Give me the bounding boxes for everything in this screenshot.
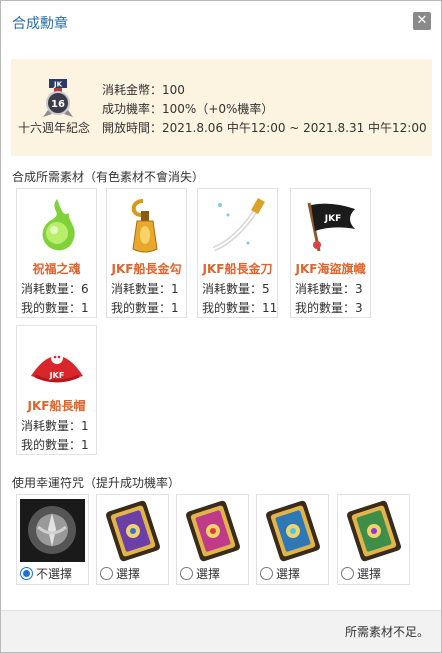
radio-button[interactable] <box>260 567 273 580</box>
svg-text:JKF: JKF <box>49 371 65 380</box>
consume-count: 消耗數量：5 <box>202 282 270 296</box>
owned-count: 我的數量：1 <box>111 301 179 315</box>
material-name: JKF船長帽 <box>27 399 86 413</box>
charm-option-label: 不選擇 <box>36 567 73 581</box>
charm-radio-purple[interactable]: 選擇 <box>100 565 140 582</box>
charm-option-label: 選擇 <box>357 567 382 581</box>
consume-count: 消耗數量：1 <box>111 282 179 296</box>
pirate-flag-icon: JKF <box>307 202 355 252</box>
charm-option-label: 選擇 <box>196 567 221 581</box>
material-name: JKF船長金勾 <box>111 262 182 276</box>
owned-count: 我的數量：11 <box>202 301 278 315</box>
green-charm-card-icon <box>347 500 401 562</box>
charm-option-label: 選擇 <box>116 567 141 581</box>
owned-count: 我的數量：1 <box>21 301 89 315</box>
radio-button[interactable] <box>341 567 354 580</box>
material-card: JKF JKF海盜旗幟 消耗數量：3 我的數量：3 <box>290 188 371 318</box>
material-name: JKF船長金刀 <box>202 262 273 276</box>
close-icon: ✕ <box>416 13 428 28</box>
golden-saber-icon <box>212 197 265 252</box>
charm-option-blue[interactable]: 選擇 <box>256 494 329 585</box>
close-button[interactable]: ✕ <box>413 12 431 30</box>
dialog-title: 合成勳章 <box>12 16 68 32</box>
svg-text:16: 16 <box>51 99 65 110</box>
charm-option-none[interactable]: 不選擇 <box>16 494 89 585</box>
charm-radio-blue[interactable]: 選擇 <box>260 565 300 582</box>
radio-button[interactable] <box>180 567 193 580</box>
material-card: JKF船長金勾 消耗數量：1 我的數量：1 <box>106 188 187 318</box>
magenta-charm-card-icon <box>186 500 240 562</box>
consume-count: 消耗數量：6 <box>21 282 89 296</box>
pirate-captain-hat-icon: JKF <box>31 352 83 383</box>
synthesize-medal-dialog: 合成勳章 ✕ JK 16 十六週年紀念 消耗金幣：100 成功機率：100%（+… <box>0 0 442 653</box>
golden-hook-icon <box>131 199 158 253</box>
success-rate-text: 成功機率：100%（+0%機率） <box>102 102 274 116</box>
medal-info-box: JK 16 十六週年紀念 消耗金幣：100 成功機率：100%（+0%機率） 開… <box>11 59 432 156</box>
status-message: 所需素材不足。 <box>344 625 429 639</box>
material-card: JKF船長金刀 消耗數量：5 我的數量：11 <box>197 188 278 318</box>
charm-option-magenta[interactable]: 選擇 <box>176 494 249 585</box>
charm-radio-none[interactable]: 不選擇 <box>20 565 72 582</box>
material-card: 祝福之魂 消耗數量：6 我的數量：1 <box>16 188 97 318</box>
owned-count: 我的數量：1 <box>21 438 89 452</box>
charm-option-label: 選擇 <box>276 567 301 581</box>
charm-option-purple[interactable]: 選擇 <box>96 494 169 585</box>
medal-details: 消耗金幣：100 成功機率：100%（+0%機率） 開放時間：2021.8.06… <box>102 81 427 138</box>
blue-charm-card-icon <box>266 500 320 562</box>
purple-charm-card-icon <box>106 500 160 562</box>
dialog-footer: 所需素材不足。 <box>1 610 441 652</box>
jk-16th-anniversary-medal-icon: JK 16 <box>43 79 73 117</box>
dialog-titlebar: 合成勳章 ✕ <box>1 1 441 41</box>
charm-radio-magenta[interactable]: 選擇 <box>180 565 220 582</box>
svg-text:JKF: JKF <box>324 214 341 224</box>
green-soul-flame-icon <box>42 199 75 251</box>
material-card: JKF JKF船長帽 消耗數量：1 我的數量：1 <box>16 325 97 455</box>
cost-text: 消耗金幣：100 <box>102 83 185 97</box>
svg-text:JK: JK <box>53 81 63 89</box>
no-charm-emblem-icon <box>20 499 85 562</box>
materials-section-label: 合成所需素材（有色素材不會消失） <box>12 170 205 184</box>
open-time-text: 開放時間：2021.8.06 中午12:00 ~ 2021.8.31 中午12:… <box>102 121 427 135</box>
owned-count: 我的數量：3 <box>295 301 363 315</box>
radio-button-selected[interactable] <box>20 567 33 580</box>
charm-radio-green[interactable]: 選擇 <box>341 565 381 582</box>
consume-count: 消耗數量：1 <box>21 419 89 433</box>
radio-button[interactable] <box>100 567 113 580</box>
charm-option-green[interactable]: 選擇 <box>337 494 410 585</box>
charm-section-label: 使用幸運符咒（提升成功機率） <box>12 476 181 490</box>
material-name: 祝福之魂 <box>32 262 81 276</box>
medal-name: 十六週年紀念 <box>18 121 91 135</box>
material-name: JKF海盜旗幟 <box>295 262 366 276</box>
consume-count: 消耗數量：3 <box>295 282 363 296</box>
